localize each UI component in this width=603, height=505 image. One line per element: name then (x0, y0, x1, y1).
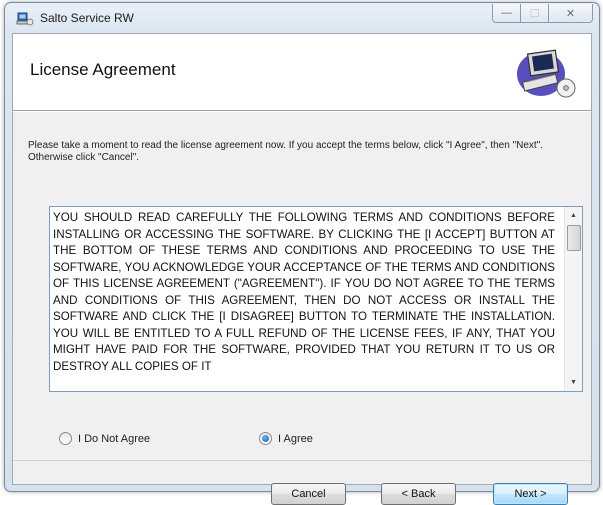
minimize-icon: — (501, 7, 512, 19)
next-button[interactable]: Next > (493, 483, 568, 505)
radio-do-not-agree[interactable]: I Do Not Agree (59, 432, 150, 445)
minimize-button[interactable]: — (492, 4, 521, 23)
dialog-client-area: License Agreement Please take a moment t… (12, 33, 592, 505)
computer-install-icon (517, 49, 576, 98)
installer-window: Salto Service RW — ☐ ✕ License Agreement (4, 2, 600, 505)
page-title: License Agreement (30, 60, 176, 79)
radio-label-do-not-agree: I Do Not Agree (78, 432, 151, 445)
maximize-button[interactable]: ☐ (521, 4, 549, 23)
radio-button-do-not-agree[interactable] (59, 432, 72, 445)
license-scrollbar[interactable]: ▲ ▼ (564, 207, 582, 391)
close-icon: ✕ (565, 7, 576, 20)
scroll-down-button[interactable]: ▼ (565, 374, 582, 391)
header-separator (13, 111, 591, 112)
scroll-thumb[interactable] (567, 225, 581, 251)
header-banner: License Agreement (13, 34, 591, 111)
scroll-up-icon: ▲ (570, 212, 577, 219)
scroll-up-button[interactable]: ▲ (565, 207, 582, 224)
radio-agree[interactable]: I Agree (259, 432, 313, 445)
footer-divider (13, 460, 591, 461)
instructions-text: Please take a moment to read the license… (28, 140, 544, 163)
license-text: YOU SHOULD READ CAREFULLY THE FOLLOWING … (53, 211, 555, 373)
cancel-button[interactable]: Cancel (271, 483, 346, 505)
license-textbox[interactable]: YOU SHOULD READ CAREFULLY THE FOLLOWING … (49, 206, 583, 392)
scroll-down-icon: ▼ (570, 379, 577, 386)
radio-label-agree: I Agree (278, 432, 313, 445)
installer-app-icon (16, 12, 34, 26)
close-button[interactable]: ✕ (549, 4, 593, 23)
back-button[interactable]: < Back (381, 483, 456, 505)
window-title: Salto Service RW (40, 11, 134, 25)
caption-buttons: — ☐ ✕ (492, 4, 593, 23)
radio-button-agree[interactable] (259, 432, 272, 445)
maximize-icon: ☐ (529, 7, 540, 20)
title-bar[interactable]: Salto Service RW — ☐ ✕ (5, 3, 599, 33)
